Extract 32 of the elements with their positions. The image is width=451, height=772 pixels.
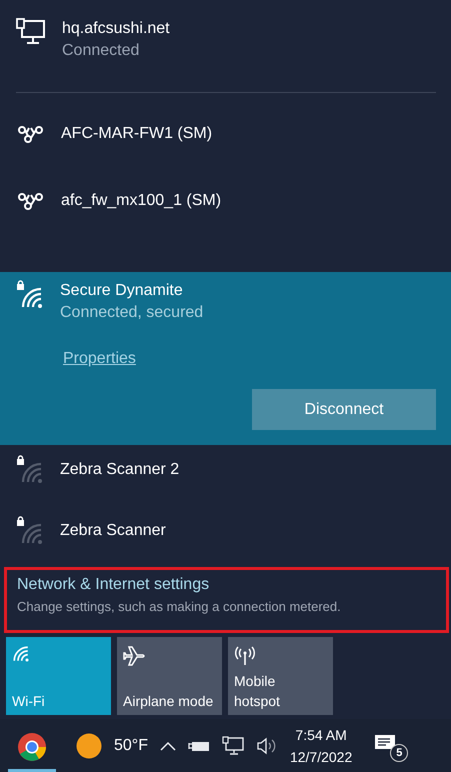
network-icon: [222, 736, 244, 756]
wifi-item[interactable]: Zebra Scanner: [0, 506, 451, 567]
network-name: hq.afcsushi.net: [62, 19, 170, 39]
wifi-item[interactable]: Zebra Scanner 2: [0, 445, 451, 506]
properties-link[interactable]: Properties: [63, 350, 136, 368]
vpn-icon: [17, 190, 45, 210]
clock-date: 12/7/2022: [290, 748, 352, 766]
hotspot-icon: [234, 645, 256, 667]
connection-status: Connected: [62, 41, 140, 61]
vpn-icon: [17, 124, 45, 144]
secured-wifi-icon: [16, 516, 44, 546]
secured-wifi-icon: [16, 280, 44, 310]
connection-status: Connected, secured: [60, 303, 204, 323]
desktop-icon: [16, 18, 46, 46]
clock[interactable]: 7:54 AM 12/7/2022: [290, 724, 352, 768]
battery-icon: [188, 740, 210, 752]
speaker-icon: [256, 736, 278, 754]
notification-count: 5: [390, 744, 408, 762]
circle-logo-icon: [17, 732, 47, 762]
disconnect-button[interactable]: Disconnect: [252, 389, 436, 430]
secured-wifi-icon: [16, 455, 44, 485]
clock-time: 7:54 AM: [295, 726, 347, 744]
vpn-item[interactable]: afc_fw_mx100_1 (SM): [0, 167, 451, 234]
network-panel[interactable]: Secure Dynamite Connected, secured Properties Disconnect: [0, 272, 451, 445]
quick-action-tile[interactable]: Mobile hotspot: [228, 637, 333, 715]
settings-link[interactable]: Network & Internet settings Change settings, such as making a connection metered.: [4, 567, 449, 633]
chevron-up-icon: [160, 740, 176, 750]
airplane-icon: [123, 645, 145, 667]
vpn-item[interactable]: AFC-MAR-FW1 (SM): [0, 100, 451, 167]
quick-action-tile[interactable]: Airplane mode: [117, 637, 222, 715]
weather-temperature: 50°F: [114, 736, 148, 754]
sun-icon: [76, 732, 102, 758]
